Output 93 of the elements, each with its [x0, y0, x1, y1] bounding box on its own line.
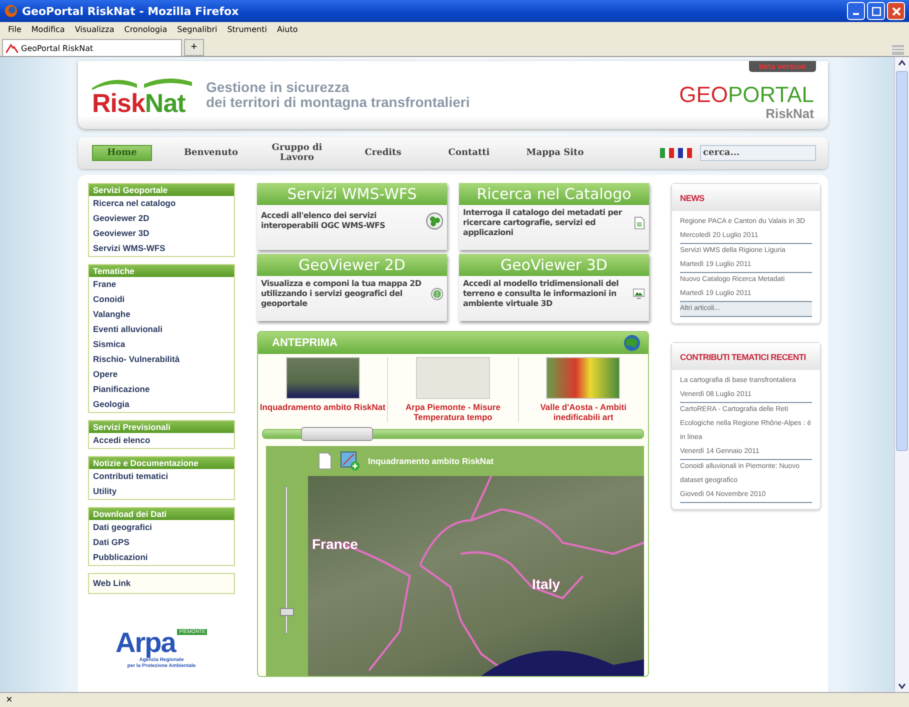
scroll-down-icon[interactable]: [897, 682, 907, 690]
search-field[interactable]: cerca...: [700, 145, 816, 161]
vertical-scrollbar[interactable]: [894, 57, 909, 692]
italian-flag-icon[interactable]: [660, 148, 674, 158]
sidebar-link[interactable]: Conoidi: [89, 292, 234, 307]
menu-item[interactable]: Strumenti: [227, 24, 267, 34]
card-title: GeoViewer 2D: [257, 254, 447, 276]
card-title: Ricerca nel Catalogo: [459, 183, 649, 205]
sidebar-link[interactable]: Dati GPS: [89, 535, 234, 550]
close-icon: [892, 6, 900, 16]
sidebar-link[interactable]: Geologia: [89, 397, 234, 412]
sidebar-heading: Tematiche: [89, 265, 234, 277]
tagline: Gestione in sicurezza: [206, 80, 350, 95]
satellite-map-thumbnail[interactable]: [286, 357, 360, 399]
sidebar-link[interactable]: Sismica: [89, 337, 234, 352]
service-card[interactable]: GeoViewer 3D Accedi al modello tridimensionali del terreno e consulta le informazioni in ambiente virtuale 3D: [459, 254, 649, 321]
nav-link[interactable]: Gruppo di Lavoro: [256, 143, 338, 163]
preview-link[interactable]: Inquadramento ambito RiskNat: [260, 402, 386, 412]
minimize-button[interactable]: [847, 2, 865, 20]
country-label: Italy: [532, 576, 560, 592]
panel-title: CONTRIBUTI TEMATICI RECENTI: [672, 343, 820, 370]
maximize-icon: [872, 6, 880, 16]
card-description: Accedi al modello tridimensionali del terreno e consulta le informazioni in ambiente virtuale 3D: [463, 279, 620, 309]
zoom-handle[interactable]: [280, 608, 294, 616]
version-badge: beta version: [748, 61, 816, 72]
sidebar-link[interactable]: Web Link: [89, 576, 234, 591]
satellite-map[interactable]: France Italy: [308, 476, 644, 676]
sidebar-link[interactable]: Dati geografici: [89, 520, 234, 535]
menu-item[interactable]: Modifica: [31, 24, 65, 34]
service-card[interactable]: GeoViewer 2D Visualizza e componi la tua mappa 2D utilizzando i servizi geografici del geoportale: [257, 254, 447, 321]
sidebar-link[interactable]: Pianificazione: [89, 382, 234, 397]
french-flag-icon[interactable]: [678, 148, 692, 158]
nav-link[interactable]: Home: [92, 145, 152, 161]
globe-icon[interactable]: [622, 334, 642, 352]
mountain-icon: [6, 43, 18, 53]
maximize-button[interactable]: [867, 2, 885, 20]
risknat-logo[interactable]: RiskNat: [92, 74, 192, 116]
preview-link[interactable]: Arpa Piemonte - Misure Temperatura tempo: [388, 402, 518, 422]
sidebar-link[interactable]: Eventi alluvionali: [89, 322, 234, 337]
nav-link[interactable]: Credits: [342, 148, 424, 158]
menu-item[interactable]: File: [8, 24, 22, 34]
sidebar-heading: Download dei Dati: [89, 508, 234, 520]
sidebar-link[interactable]: Valanghe: [89, 307, 234, 322]
sidebar-link[interactable]: Servizi WMS-WFS: [89, 241, 234, 256]
browser-icon: [4, 4, 18, 18]
sidebar-link[interactable]: Rischio- Vulnerabilità: [89, 352, 234, 367]
layer-title: Inquadramento ambito RiskNat: [368, 456, 494, 466]
browser-tab[interactable]: GeoPortal RiskNat: [2, 39, 182, 56]
menu-item[interactable]: Cronologia: [124, 24, 168, 34]
sidebar-link[interactable]: Contributi tematici: [89, 469, 234, 484]
menu-item[interactable]: Aiuto: [276, 24, 298, 34]
nav-link[interactable]: Contatti: [428, 148, 510, 158]
nav-link[interactable]: Mappa Sito: [514, 148, 596, 158]
geoportal-logo[interactable]: GEOPORTAL RiskNat: [679, 84, 814, 120]
sidebar-heading: Servizi Geoportale: [89, 184, 234, 196]
card-description: Accedi all'elenco dei servizi interoperabili OGC WMS-WFS: [261, 211, 386, 231]
sidebar-link[interactable]: Utility: [89, 484, 234, 499]
card-description: Visualizza e componi la tua mappa 2D utilizzando i servizi geografici del geoportale: [261, 279, 422, 309]
zoom-slider[interactable]: [280, 486, 294, 634]
sidebar-link[interactable]: Frane: [89, 277, 234, 292]
window-title: GeoPortal RiskNat - Mozilla Firefox: [22, 4, 239, 18]
add-layer-icon[interactable]: [340, 451, 360, 471]
preview-link[interactable]: Valle d'Aosta - Ambiti inedificabili art: [518, 402, 648, 422]
preview-scrollbar[interactable]: [262, 429, 644, 439]
menu-item[interactable]: Visualizza: [74, 24, 114, 34]
preview-title: ANTEPRIMA: [272, 337, 338, 349]
sidebar-link[interactable]: Opere: [89, 367, 234, 382]
document-icon[interactable]: [318, 452, 332, 470]
sidebar-heading: Servizi Previsionali: [89, 421, 234, 433]
sidebar-link[interactable]: Ricerca nel catalogo: [89, 196, 234, 211]
card-description: Interroga il catalogo dei metadati per ricercare cartografie, servizi ed applicazioni: [463, 208, 624, 238]
colored-map-thumbnail[interactable]: [546, 357, 620, 399]
country-label: France: [312, 536, 358, 552]
scroll-up-icon[interactable]: [897, 59, 907, 67]
service-card[interactable]: Servizi WMS-WFS Accedi all'elenco dei servizi interoperabili OGC WMS-WFS: [257, 183, 447, 250]
sidebar-link[interactable]: Pubblicazioni: [89, 550, 234, 565]
map-thumbnail[interactable]: [416, 357, 490, 399]
scroll-handle[interactable]: [301, 427, 373, 441]
tagline: dei territori di montagna transfrontalieri: [206, 95, 470, 110]
sidebar-link[interactable]: Geoviewer 3D: [89, 226, 234, 241]
panel-title: NEWS: [672, 184, 820, 211]
close-button[interactable]: [887, 2, 905, 20]
close-find-bar-button[interactable]: ×: [6, 694, 12, 706]
menu-item[interactable]: Segnalibri: [177, 24, 218, 34]
new-tab-button[interactable]: +: [184, 39, 204, 56]
sidebar-link[interactable]: Geoviewer 2D: [89, 211, 234, 226]
service-card[interactable]: Ricerca nel Catalogo Interroga il catalogo dei metadati per ricercare cartografie, servizi ed applicazioni: [459, 183, 649, 250]
card-title: GeoViewer 3D: [459, 254, 649, 276]
minimize-icon: [853, 13, 859, 15]
nav-link[interactable]: Benvenuto: [170, 148, 252, 158]
sidebar-heading: Notizie e Documentazione: [89, 457, 234, 469]
sidebar-link[interactable]: Accedi elenco: [89, 433, 234, 448]
card-title: Servizi WMS-WFS: [257, 183, 447, 205]
